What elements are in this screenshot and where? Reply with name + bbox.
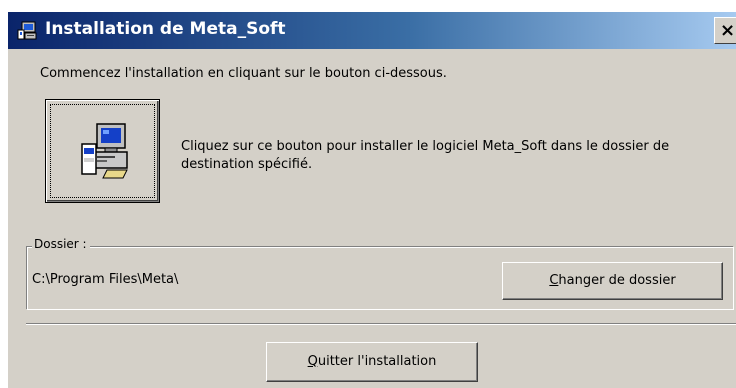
computer-install-icon [81,123,128,179]
setup-icon [17,21,37,40]
quit-label: uitter l'installation [317,354,437,369]
install-button[interactable] [45,99,160,203]
quit-install-button[interactable]: Quitter l'installation [266,342,478,382]
close-icon: × [720,20,736,41]
close-button[interactable]: × [714,17,736,44]
change-folder-button[interactable]: Changer de dossier [502,262,723,300]
folder-path: C:\Program Files\Meta\ [32,272,179,287]
quit-mnemonic: Q [307,354,318,369]
folder-label: Dossier : [32,237,90,251]
window-title: Installation de Meta_Soft [45,19,286,39]
instructions-text: Commencez l'installation en cliquant sur… [40,66,447,81]
install-description: Cliquez sur ce bouton pour installer le … [181,139,670,172]
separator [26,323,736,325]
installer-window: Installation de Meta_Soft × Commencez l'… [8,12,736,388]
title-bar[interactable]: Installation de Meta_Soft × [8,12,736,49]
change-folder-label: hanger de dossier [558,273,676,288]
